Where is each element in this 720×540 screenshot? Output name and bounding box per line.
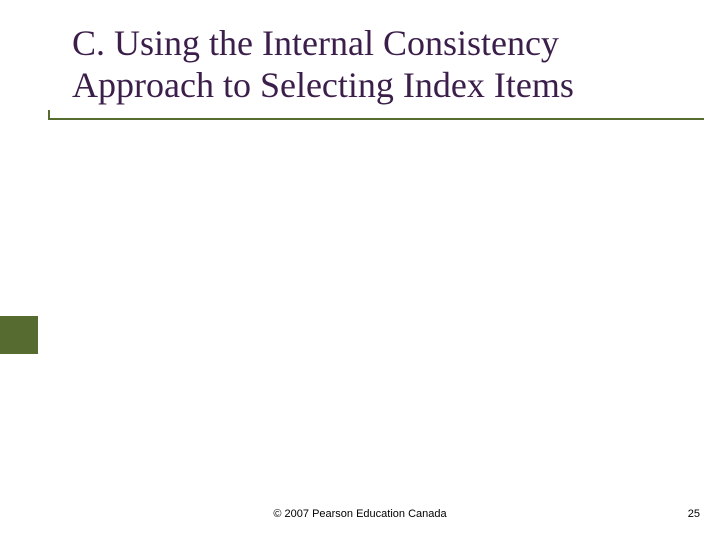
footer-copyright: © 2007 Pearson Education Canada — [0, 508, 720, 520]
footer-page-number: 25 — [688, 508, 700, 520]
title-underline — [48, 118, 704, 120]
slide-title: C. Using the Internal Consistency Approa… — [72, 22, 690, 107]
slide: C. Using the Internal Consistency Approa… — [0, 0, 720, 540]
accent-square — [0, 316, 38, 354]
underline-tick — [48, 110, 50, 120]
